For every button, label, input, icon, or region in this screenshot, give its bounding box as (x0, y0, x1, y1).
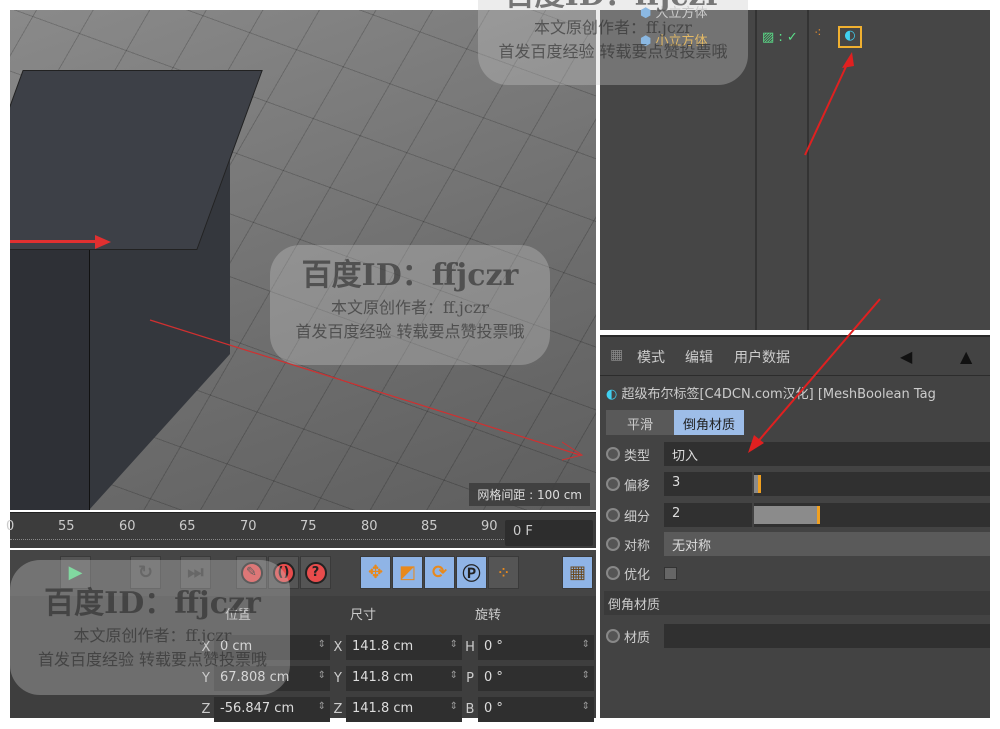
anim-radio[interactable] (606, 447, 620, 461)
material-tag-icon[interactable]: ⁖ (814, 26, 822, 41)
axis-label: H (465, 639, 475, 655)
scale-icon[interactable]: ◩ (392, 556, 423, 589)
axis-label: P (466, 670, 474, 686)
rotation-b-field[interactable]: 0 ° (478, 696, 594, 722)
tick: 70 (240, 519, 257, 534)
up-arrow-icon[interactable]: ▲ (960, 347, 972, 366)
anim-radio[interactable] (606, 537, 620, 551)
tick: 85 (421, 519, 438, 534)
tick: 0 (6, 519, 15, 534)
slider-fill (754, 475, 762, 493)
offset-slider[interactable] (754, 472, 990, 496)
back-arrow-icon[interactable]: ◀ (900, 347, 912, 366)
annotation-arrow (748, 298, 881, 453)
section-header[interactable]: 倒角材质 (604, 591, 990, 615)
meshboolean-tag-icon[interactable]: ◐ (838, 26, 862, 48)
film-icon[interactable]: ▦ (562, 556, 593, 589)
rotation-p-field[interactable]: 0 ° (478, 665, 594, 691)
size-header: 尺寸 (350, 608, 377, 623)
grid-menu-icon[interactable]: ▦ (610, 347, 623, 363)
symmetry-dropdown[interactable]: 无对称 (664, 532, 990, 556)
type-label: 类型 (624, 448, 651, 464)
optimize-label: 优化 (624, 567, 651, 583)
slider-fill (754, 506, 821, 524)
size-x-field[interactable]: 141.8 cm (346, 634, 462, 660)
subdivision-field[interactable]: 2 (664, 503, 752, 527)
tick: 55 (58, 519, 75, 534)
meshboolean-tag-icon: ◐ (606, 387, 618, 402)
axis-label: Y (334, 670, 342, 686)
size-z-field[interactable]: 141.8 cm (346, 696, 462, 722)
axis-label: B (465, 701, 475, 717)
tick: 80 (361, 519, 378, 534)
help-icon[interactable]: ? (300, 556, 331, 589)
menu-edit[interactable]: 编辑 (685, 347, 713, 367)
annotation-arrow (804, 52, 854, 156)
rotation-header: 旋转 (475, 608, 502, 623)
grid-spacing-label: 网格间距 : 100 cm (469, 483, 590, 506)
axis-label: Z (201, 701, 211, 717)
menu-mode[interactable]: 模式 (637, 347, 665, 367)
tick: 60 (119, 519, 136, 534)
axis-label: X (333, 639, 343, 655)
anim-radio[interactable] (606, 508, 620, 522)
anim-radio[interactable] (606, 566, 620, 580)
visibility-check-icon[interactable]: ▨ : ✓ (762, 30, 798, 45)
size-y-field[interactable]: 141.8 cm (346, 665, 462, 691)
current-frame-field[interactable]: 0 F (505, 520, 593, 546)
material-label: 材质 (624, 630, 651, 646)
material-link-field[interactable] (664, 624, 990, 648)
offset-field[interactable]: 3 (664, 472, 752, 496)
anim-radio[interactable] (606, 629, 620, 643)
rotate-icon[interactable]: ⟳ (424, 556, 455, 589)
tab-smooth[interactable]: 平滑 (606, 410, 674, 435)
offset-label: 偏移 (624, 478, 651, 494)
move-icon[interactable]: ✥ (360, 556, 391, 589)
subdivision-label: 细分 (624, 509, 651, 525)
optimize-checkbox[interactable] (664, 566, 677, 580)
symmetry-label: 对称 (624, 538, 651, 554)
axis-label: Z (333, 701, 343, 717)
rotation-h-field[interactable]: 0 ° (478, 634, 594, 660)
subdivision-slider[interactable] (754, 503, 990, 527)
tick: 65 (179, 519, 196, 534)
tab-bevel-material[interactable]: 倒角材质 (674, 410, 744, 435)
tick: 75 (300, 519, 317, 534)
attributes-manager: ▦ 模式 编辑 用户数据 ◀ ▲ ◐ 超级布尔标签[C4DCN.com汉化] [… (600, 298, 990, 718)
anim-radio[interactable] (606, 477, 620, 491)
position-z-field[interactable]: -56.847 cm (214, 696, 330, 722)
dots-icon[interactable]: ⁘ (488, 556, 519, 589)
param-icon[interactable]: Ⓟ (456, 556, 487, 589)
tick: 90 (481, 519, 498, 534)
